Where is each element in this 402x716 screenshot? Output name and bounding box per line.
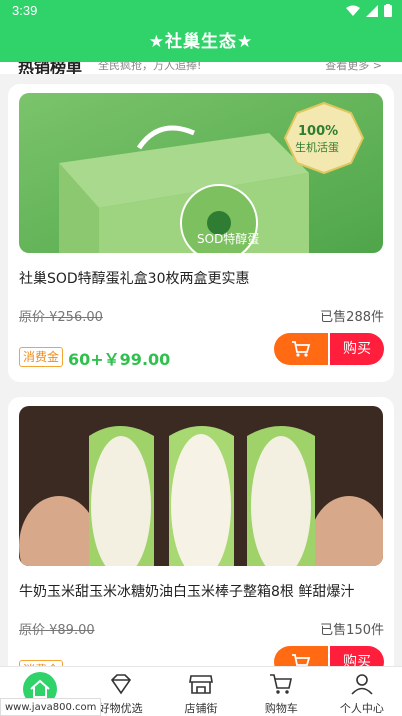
section-header: 热销榜单 全民疯抢，万人追捧! 查看更多 >	[0, 62, 402, 74]
original-price: 原价 ¥256.00	[19, 310, 103, 325]
product-image[interactable]	[19, 406, 383, 566]
status-time: 3:39	[12, 3, 38, 18]
product-card[interactable]: 牛奶玉米甜玉米冰糖奶油白玉米棒子整箱8根 鲜甜爆汁 原价 ¥89.00 已售15…	[8, 397, 394, 697]
cart-icon	[270, 674, 293, 694]
deal-price: 60+￥99.00	[68, 350, 171, 369]
signal-icon	[366, 4, 378, 17]
svg-text:生机活蛋: 生机活蛋	[295, 140, 339, 154]
product-image[interactable]: SOD特醇蛋 100% 生机活蛋	[19, 93, 383, 253]
page-title: ★社巢生态★	[148, 32, 254, 52]
tab-profile[interactable]: 个人中心	[322, 667, 402, 716]
corn-image	[19, 406, 383, 566]
section-subtitle: 全民疯抢，万人追捧!	[98, 62, 202, 72]
tab-label: 店铺街	[184, 702, 218, 715]
svg-text:SOD特醇蛋: SOD特醇蛋	[197, 231, 259, 246]
store-icon	[189, 675, 213, 694]
battery-icon	[384, 4, 392, 17]
add-to-cart-button[interactable]	[274, 333, 328, 365]
tab-cart[interactable]: 购物车	[241, 667, 321, 716]
watermark: www.java800.com	[0, 698, 102, 716]
sold-count: 已售150件	[320, 623, 384, 638]
sold-count: 已售288件	[320, 310, 384, 325]
section-title: 热销榜单	[18, 62, 83, 74]
status-icons	[346, 4, 392, 17]
product-title[interactable]: 社巢SOD特醇蛋礼盒30枚两盒更实惠	[19, 268, 383, 288]
buy-button[interactable]: 购买	[330, 333, 384, 365]
tab-label: 购物车	[264, 702, 298, 715]
status-bar: 3:39	[0, 0, 402, 22]
tab-store-street[interactable]: 店铺街	[161, 667, 241, 716]
wifi-icon	[346, 5, 360, 16]
diamond-icon	[110, 674, 131, 695]
egg-giftbox-image: SOD特醇蛋 100% 生机活蛋	[19, 93, 383, 253]
product-card[interactable]: SOD特醇蛋 100% 生机活蛋 社巢SOD特醇蛋礼盒30枚两盒更实惠 原价 ¥…	[8, 84, 394, 382]
original-price: 原价 ¥89.00	[19, 623, 95, 638]
product-title[interactable]: 牛奶玉米甜玉米冰糖奶油白玉米棒子整箱8根 鲜甜爆汁	[19, 581, 383, 601]
app-header: ★社巢生态★	[0, 22, 402, 62]
user-icon	[351, 674, 373, 695]
cart-icon	[292, 341, 311, 357]
consumption-badge: 消费金	[19, 347, 64, 367]
svg-text:100%: 100%	[298, 124, 338, 139]
view-more-link[interactable]: 查看更多 >	[325, 62, 382, 73]
tab-label: 个人中心	[339, 702, 384, 715]
